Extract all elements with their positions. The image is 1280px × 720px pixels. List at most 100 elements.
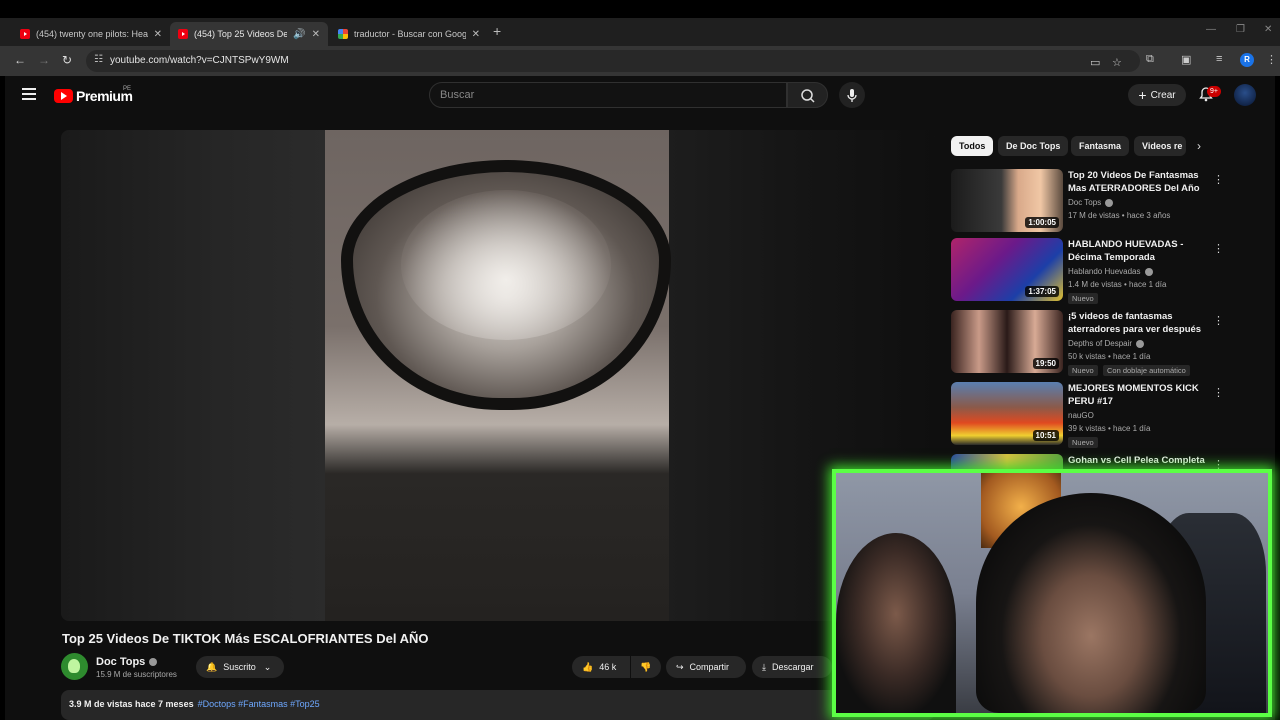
verified-icon [1136,339,1145,348]
verified-icon [1144,267,1153,276]
download-button[interactable]: ⤓ Descargar [752,656,832,678]
search-icon [801,89,815,103]
channel-avatar[interactable] [61,653,88,680]
subscribed-button[interactable]: 🔔 Suscrito ⌄ [196,656,284,678]
recommendation-title[interactable]: Gohan vs Cell Pelea Completa [1068,454,1208,467]
recommendation-item[interactable]: 1:37:05 HABLANDO HUEVADAS - Décima Tempo… [951,238,1231,304]
video-player[interactable] [61,130,935,621]
create-button[interactable]: + Crear [1128,84,1186,106]
recommendation-title[interactable]: ¡5 videos de fantasmas aterradores para … [1068,310,1208,336]
chip-fantasma[interactable]: Fantasma [1071,136,1130,156]
profile-avatar[interactable]: R [1240,53,1254,67]
thumbs-up-icon: 👍 [582,661,594,672]
video-frame-left [61,130,325,621]
recommendation-title[interactable]: HABLANDO HUEVADAS - Décima Temporada [IN… [1068,238,1208,264]
tab-top-25-videos[interactable]: (454) Top 25 Videos De TIKTOK 🔊 ✕ [170,22,328,46]
search-button[interactable] [787,82,828,108]
hashtags[interactable]: #Doctops #Fantasmas #Top25 [198,699,320,709]
close-icon[interactable]: ✕ [154,29,162,40]
recommendation-item[interactable]: 1:00:05 Top 20 Videos De Fantasmas Mas A… [951,169,1231,235]
subscriber-count: 15.9 M de suscriptores [96,670,177,679]
tab-twenty-one-pilots[interactable]: (454) twenty one pilots: Heathens ✕ [12,22,170,46]
close-icon[interactable]: ✕ [312,29,320,40]
more-options-icon[interactable]: ⋮ [1213,314,1224,327]
more-options-icon[interactable]: ⋮ [1213,173,1224,186]
video-thumbnail[interactable]: 1:37:05 [951,238,1063,301]
video-thumbnail[interactable]: 1:00:05 [951,169,1063,232]
account-avatar[interactable] [1234,84,1256,106]
chip-videos-relacionados[interactable]: Videos re [1134,136,1186,156]
verified-icon [149,658,158,667]
views-and-date: 3.9 M de vistas hace 7 meses [69,699,194,709]
speaker-icon[interactable]: 🔊 [293,29,305,40]
tab-title: (454) Top 25 Videos De TIKTOK [194,29,288,39]
video-thumbnail[interactable]: 10:51 [951,382,1063,445]
recommendation-meta: 50 k vistas • hace 1 día [1068,352,1151,361]
video-thumbnail[interactable]: 19:50 [951,310,1063,373]
logo-region: PE [123,86,132,92]
microphone-icon [847,89,857,102]
video-title: Top 25 Videos De TIKTOK Más ESCALOFRIANT… [62,631,429,646]
new-badge: Nuevo [1068,365,1098,376]
chip-todos[interactable]: Todos [951,136,994,156]
more-options-icon[interactable]: ⋮ [1213,386,1224,399]
forward-icon[interactable]: → [38,53,50,67]
dislike-button[interactable]: 👎 [631,656,661,678]
omnibox[interactable]: ☷ youtube.com/watch?v=CJNTSPwY9WM ▭ ☆ [86,50,1140,72]
recommendation-channel-name: Depths of Despair [1068,339,1133,348]
search-box [429,82,787,108]
restore-icon[interactable]: ❐ [1236,24,1245,35]
tab-title: traductor - Buscar con Google [354,29,466,39]
channel-name-text: Doc Tops [96,656,146,668]
chip-de-doc-tops[interactable]: De Doc Tops [998,136,1069,156]
recommendation-channel: nauGO [1068,411,1094,420]
recommendation-item[interactable]: 10:51 MEJORES MOMENTOS KICK PERU #17 nau… [951,382,1231,448]
chevron-down-icon: ⌄ [263,661,272,672]
side-panel-icon[interactable]: ▣ [1181,53,1191,66]
webcam-overlay [832,469,1272,717]
thumbs-down-icon: 👎 [640,661,652,672]
channel-name[interactable]: Doc Tops [96,656,158,668]
back-icon[interactable]: ← [14,53,26,67]
menu-icon[interactable] [22,88,36,100]
tab-traductor[interactable]: traductor - Buscar con Google ✕ [330,22,488,46]
video-content-reflection [401,190,611,340]
site-info-icon[interactable]: ☷ [94,54,103,65]
youtube-play-icon [54,89,73,103]
media-control-icon[interactable]: ≡ [1216,53,1222,65]
tab-bar: (454) twenty one pilots: Heathens ✕ (454… [0,18,1280,46]
recommendation-item[interactable]: 19:50 ¡5 videos de fantasmas aterradores… [951,310,1231,376]
reload-icon[interactable]: ↻ [62,53,72,67]
chevron-right-icon[interactable]: › [1197,139,1201,153]
youtube-icon [20,29,30,39]
like-count: 46 k [599,662,617,672]
recommendation-channel: Hablando Huevadas [1068,267,1153,276]
search-input[interactable] [440,89,770,101]
voice-search-button[interactable] [839,82,865,108]
close-icon[interactable]: ✕ [472,29,480,40]
screen-top-strip [0,0,1280,18]
like-button[interactable]: 👍 46 k [572,656,630,678]
extensions-icon[interactable]: ⧉ [1146,53,1154,66]
install-app-icon[interactable]: ▭ [1090,56,1100,69]
minimize-icon[interactable]: — [1206,24,1216,35]
recommendation-title[interactable]: MEJORES MOMENTOS KICK PERU #17 [1068,382,1208,408]
youtube-premium-logo[interactable]: Premium [54,88,133,104]
close-window-icon[interactable]: ✕ [1264,24,1272,35]
bookmark-star-icon[interactable]: ☆ [1112,56,1122,69]
menu-kebab-icon[interactable]: ⋮ [1266,53,1277,66]
more-options-icon[interactable]: ⋮ [1213,242,1224,255]
recommendation-channel: Doc Tops [1068,198,1114,207]
recommendation-channel: Depths of Despair [1068,339,1145,348]
share-button[interactable]: ↪ Compartir [666,656,746,678]
recommendation-meta: 39 k vistas • hace 1 día [1068,424,1151,433]
notification-count-badge: 9+ [1207,86,1221,97]
recommendation-title[interactable]: Top 20 Videos De Fantasmas Mas ATERRADOR… [1068,169,1208,195]
webcam-person-right [976,493,1206,713]
address-bar: ← → ↻ ☷ youtube.com/watch?v=CJNTSPwY9WM … [0,46,1280,76]
recommendation-channel-name: Hablando Huevadas [1068,267,1141,276]
new-tab-button[interactable]: + [493,23,501,39]
create-label: Crear [1150,89,1176,101]
google-icon [338,29,348,39]
auto-dubbed-badge: Con doblaje automático [1103,365,1190,376]
